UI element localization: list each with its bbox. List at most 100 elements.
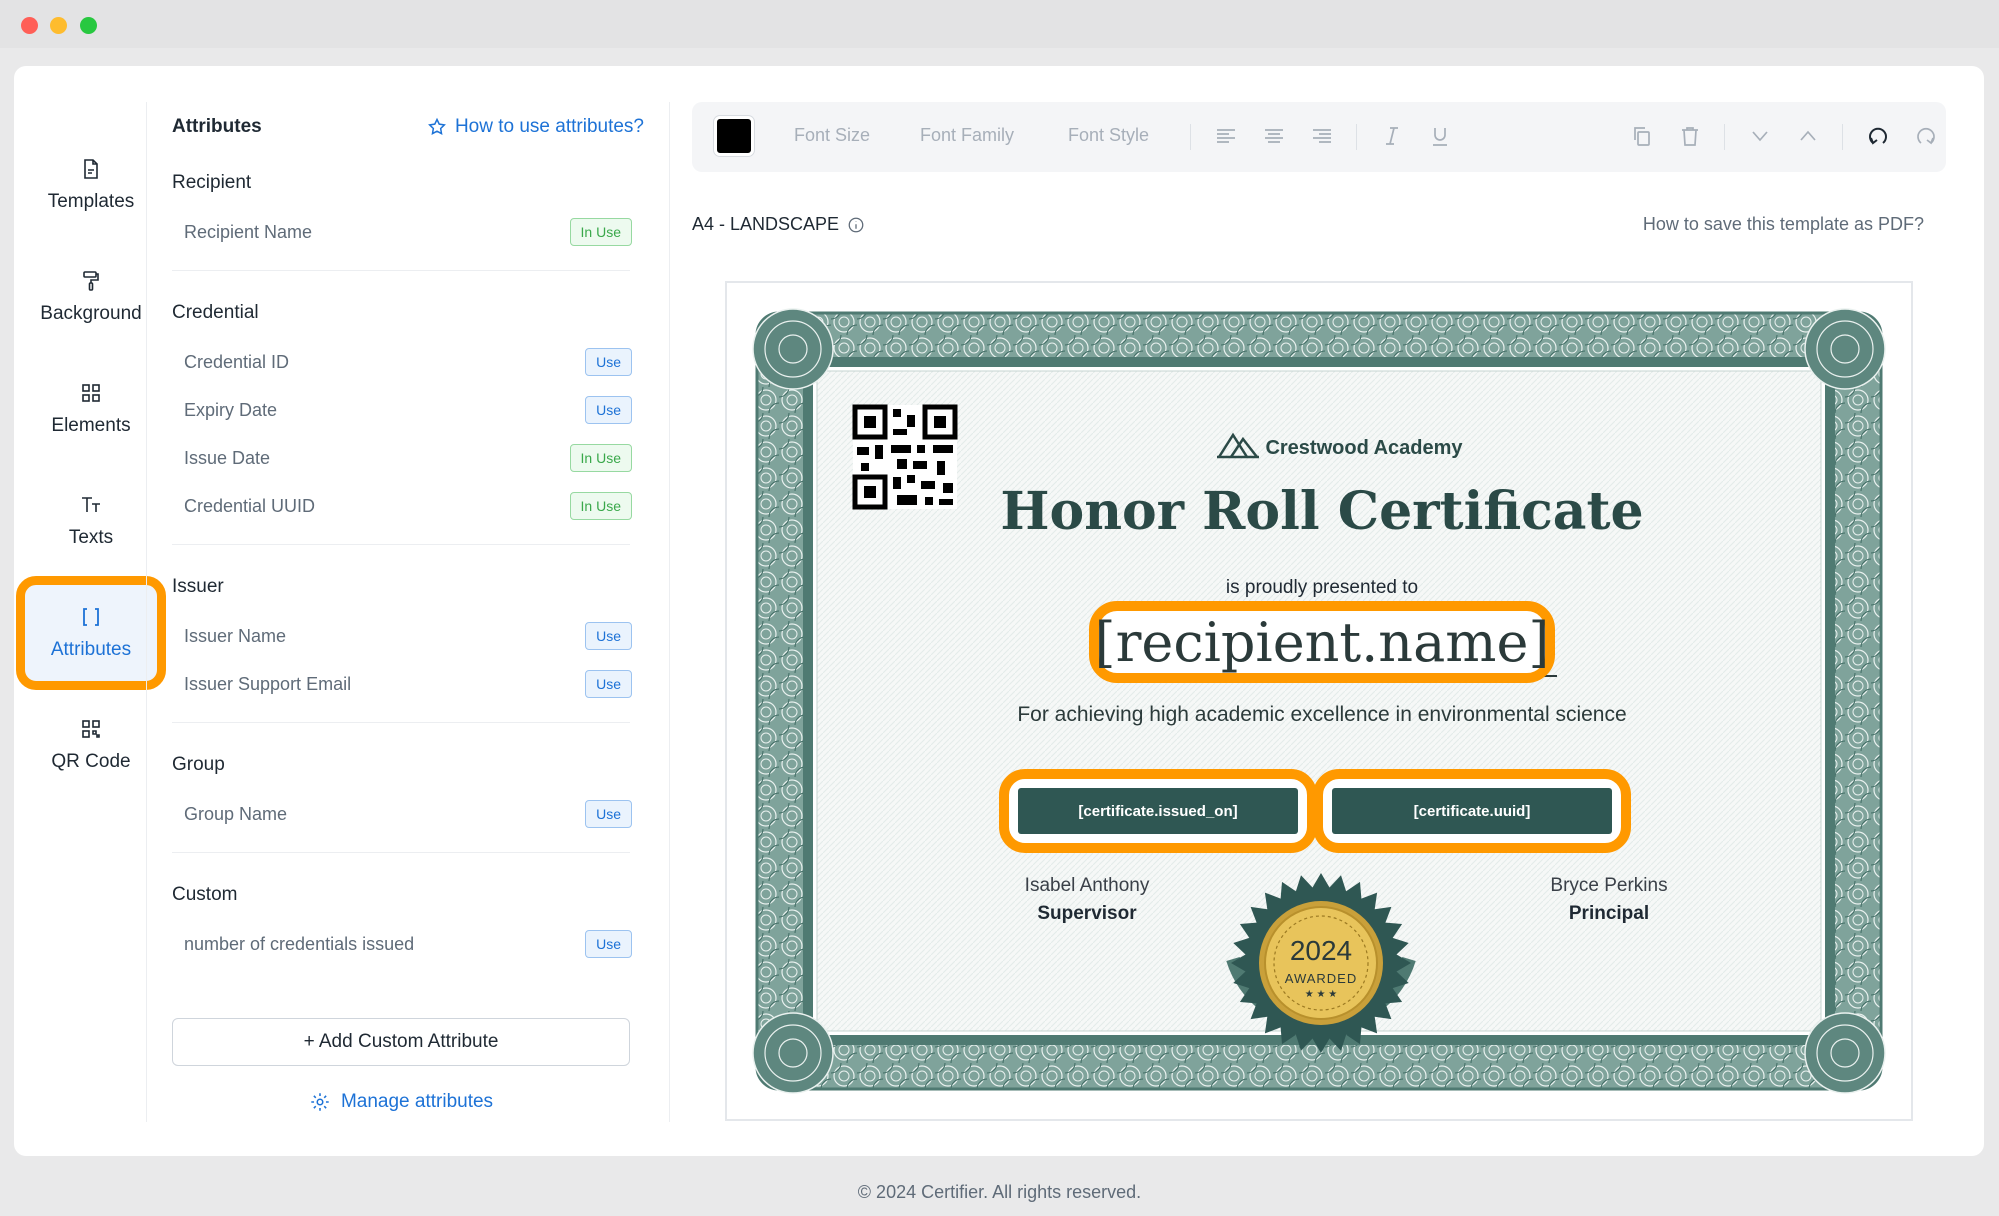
section-divider xyxy=(172,544,630,545)
app-window: Templates Background Elements Texts Attr… xyxy=(14,66,1984,1156)
achievement-text[interactable]: For achieving high academic excellence i… xyxy=(927,703,1717,727)
section-group-title: Group xyxy=(172,754,225,775)
nav-texts[interactable]: Texts xyxy=(22,466,160,576)
nav-label: Texts xyxy=(68,527,114,548)
file-icon xyxy=(84,159,98,179)
attribute-row-credential-uuid: Credential UUID In Use xyxy=(184,484,632,528)
uuid-placeholder: [certificate.uuid] xyxy=(1332,788,1612,834)
nav-background[interactable]: Background xyxy=(22,242,160,352)
color-swatch[interactable] xyxy=(714,116,754,156)
trash-icon[interactable] xyxy=(1678,124,1702,148)
how-to-use-attributes-link[interactable]: How to use attributes? xyxy=(427,116,644,138)
attribute-row-credential-id: Credential ID Use xyxy=(184,340,632,384)
chevron-up-icon[interactable] xyxy=(1796,124,1820,148)
use-button[interactable]: Use xyxy=(585,930,632,958)
attribute-row-expiry-date: Expiry Date Use xyxy=(184,388,632,432)
redo-icon[interactable] xyxy=(1914,124,1938,148)
nav-elements[interactable]: Elements xyxy=(22,354,160,464)
font-size-select[interactable]: Font Size xyxy=(794,125,870,146)
grid-icon xyxy=(82,384,100,402)
star-icon xyxy=(428,117,446,135)
in-use-badge[interactable]: In Use xyxy=(569,218,632,246)
in-use-badge[interactable]: In Use xyxy=(569,492,632,520)
attribute-name: Group Name xyxy=(184,803,288,824)
signer-right-role[interactable]: Principal xyxy=(1449,903,1769,925)
section-custom-title: Custom xyxy=(172,884,238,905)
align-center-icon[interactable] xyxy=(1262,124,1286,148)
text-icon xyxy=(82,497,100,512)
section-divider xyxy=(172,722,630,723)
nav-label: Templates xyxy=(47,191,135,212)
duplicate-icon[interactable] xyxy=(1630,124,1654,148)
panel-title: Attributes xyxy=(172,116,262,137)
page-size-label: A4 - LANDSCAPE xyxy=(692,214,865,235)
brackets-icon xyxy=(83,608,99,626)
attribute-name: Issuer Name xyxy=(184,625,287,646)
attribute-row-group-name: Group Name Use xyxy=(184,792,632,836)
use-button[interactable]: Use xyxy=(585,800,632,828)
section-issuer-title: Issuer xyxy=(172,576,224,597)
section-credential-title: Credential xyxy=(172,302,259,323)
window-titlebar xyxy=(0,0,1999,48)
signer-left-name[interactable]: Isabel Anthony xyxy=(927,875,1247,897)
attributes-panel: Attributes How to use attributes? Recipi… xyxy=(172,102,644,1122)
signer-left-role[interactable]: Supervisor xyxy=(927,903,1247,925)
attribute-name: Credential UUID xyxy=(184,495,316,516)
nav-label: Attributes xyxy=(50,639,132,660)
info-icon[interactable] xyxy=(847,216,865,234)
manage-attributes-link[interactable]: Manage attributes xyxy=(172,1082,630,1122)
section-divider xyxy=(172,852,630,853)
nav-templates[interactable]: Templates xyxy=(22,130,160,240)
presented-to-text[interactable]: is proudly presented to xyxy=(1047,577,1597,599)
nav-qr-code[interactable]: QR Code xyxy=(22,690,160,800)
academy-name[interactable]: Crestwood Academy xyxy=(1187,433,1487,463)
seal-awarded-text: AWARDED xyxy=(1284,971,1358,986)
text-toolbar: Font Size Font Family Font Style xyxy=(692,102,1946,172)
attribute-row-issuer-name: Issuer Name Use xyxy=(184,614,632,658)
section-recipient-title: Recipient xyxy=(172,172,252,193)
minimize-window-button[interactable] xyxy=(50,17,67,34)
nav-divider xyxy=(146,102,147,1122)
certificate-title[interactable]: Honor Roll Certificate xyxy=(927,481,1717,542)
add-custom-attribute-button[interactable]: + Add Custom Attribute xyxy=(172,1018,630,1066)
save-as-pdf-help-link[interactable]: How to save this template as PDF? xyxy=(1643,214,1924,235)
nav-label: Background xyxy=(40,303,142,324)
use-button[interactable]: Use xyxy=(585,348,632,376)
signer-right-name[interactable]: Bryce Perkins xyxy=(1449,875,1769,897)
align-left-icon[interactable] xyxy=(1214,124,1238,148)
use-button[interactable]: Use xyxy=(585,622,632,650)
issued-on-field[interactable]: [certificate.issued_on] xyxy=(999,769,1317,853)
gear-icon xyxy=(311,1093,329,1111)
panel-divider xyxy=(669,102,670,1122)
font-family-select[interactable]: Font Family xyxy=(920,125,1014,146)
certificate-uuid-field[interactable]: [certificate.uuid] xyxy=(1313,769,1631,853)
undo-icon[interactable] xyxy=(1866,124,1890,148)
toolbar-divider xyxy=(1842,124,1843,150)
italic-icon[interactable] xyxy=(1380,124,1404,148)
help-link-text: How to use attributes? xyxy=(454,116,644,137)
footer-copyright: © 2024 Certifier. All rights reserved. xyxy=(857,1182,1142,1202)
font-style-select[interactable]: Font Style xyxy=(1068,125,1149,146)
use-button[interactable]: Use xyxy=(585,396,632,424)
attribute-name: number of credentials issued xyxy=(184,933,415,954)
attribute-name: Issuer Support Email xyxy=(184,673,352,694)
attribute-row-recipient-name: Recipient Name In Use xyxy=(184,210,632,254)
nav-active-highlight xyxy=(16,576,166,690)
close-window-button[interactable] xyxy=(21,17,38,34)
recipient-name-placeholder[interactable]: [recipient.name] xyxy=(1089,601,1555,683)
in-use-badge[interactable]: In Use xyxy=(569,444,632,472)
nav-attributes[interactable]: Attributes xyxy=(16,576,166,690)
nav-label: QR Code xyxy=(51,751,131,772)
underline-icon[interactable] xyxy=(1428,124,1452,148)
use-button[interactable]: Use xyxy=(585,670,632,698)
maximize-window-button[interactable] xyxy=(80,17,97,34)
align-right-icon[interactable] xyxy=(1310,124,1334,148)
attribute-name: Issue Date xyxy=(184,447,271,468)
seal-year: 2024 xyxy=(1289,935,1353,966)
toolbar-divider xyxy=(1356,124,1357,150)
attribute-row-issue-date: Issue Date In Use xyxy=(184,436,632,480)
attribute-name: Expiry Date xyxy=(184,399,278,420)
chevron-down-icon[interactable] xyxy=(1748,124,1772,148)
qr-icon xyxy=(82,720,100,738)
certificate-canvas[interactable]: Crestwood Academy Honor Roll Certificate… xyxy=(725,281,1913,1121)
